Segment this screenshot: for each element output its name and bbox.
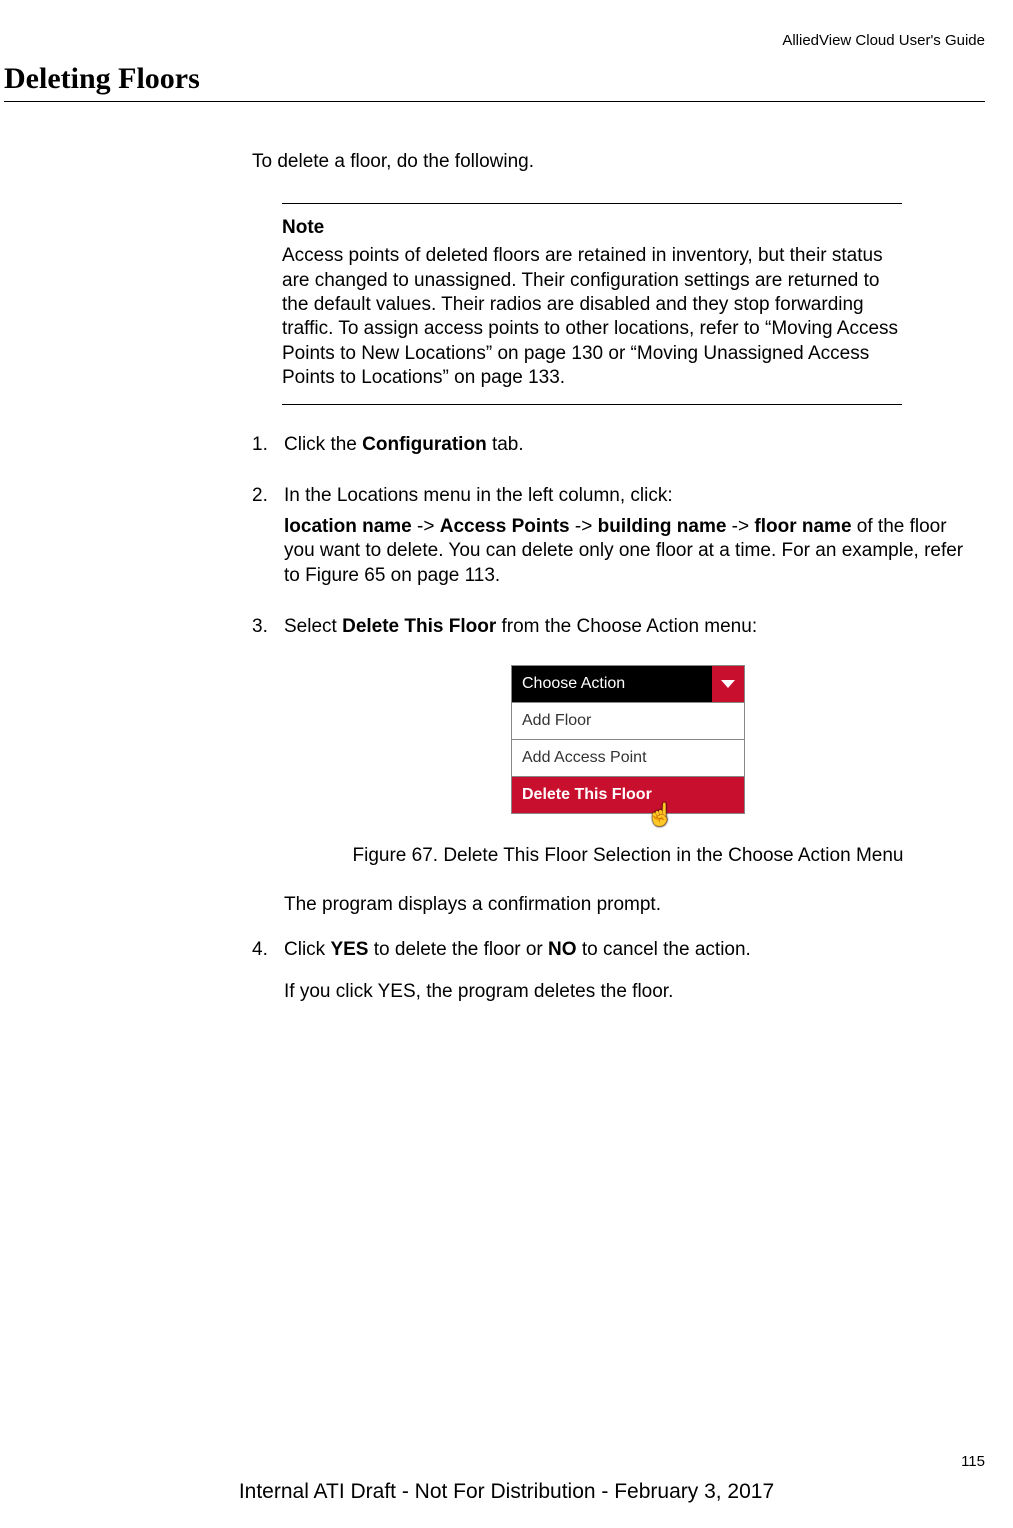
figure-67: Choose Action Add Floor Add Access Point… [284, 665, 972, 869]
step-2-floor: floor name [754, 516, 851, 537]
note-body: Access points of deleted floors are reta… [282, 244, 902, 390]
section-title: Deleting Floors [4, 62, 200, 96]
step-1-post: tab. [487, 434, 524, 455]
step-3-pre: Select [284, 616, 342, 637]
step-1-bold: Configuration [362, 434, 487, 455]
step-2-arrow-2: -> [570, 516, 598, 537]
dropdown-option-add-floor[interactable]: Add Floor [511, 702, 745, 739]
step-2-line1: In the Locations menu in the left column… [284, 484, 972, 509]
step-2-arrow-1: -> [412, 516, 440, 537]
step-4-pre: Click [284, 939, 330, 960]
figure-after-text: The program displays a confirmation prom… [284, 893, 972, 918]
body-column: To delete a floor, do the following. Not… [252, 150, 972, 1031]
step-1: 1. Click the Configuration tab. [252, 433, 972, 464]
step-4-post: to cancel the action. [577, 939, 751, 960]
dropdown-header[interactable]: Choose Action [511, 665, 745, 702]
step-3-post: from the Choose Action menu: [496, 616, 757, 637]
step-2-access-points: Access Points [440, 516, 570, 537]
step-4-after: If you click YES, the program deletes th… [284, 980, 972, 1005]
note-label: Note [282, 216, 902, 241]
step-4-no: NO [548, 939, 577, 960]
step-4-mid: to delete the floor or [368, 939, 548, 960]
dropdown-header-label: Choose Action [522, 674, 625, 695]
step-1-number: 1. [252, 433, 284, 458]
step-2-arrow-3: -> [726, 516, 754, 537]
title-underline [4, 101, 985, 102]
page: AlliedView Cloud User's Guide Deleting F… [0, 0, 1013, 1528]
note-box: Note Access points of deleted floors are… [282, 203, 902, 406]
step-4-body: Click YES to delete the floor or NO to c… [284, 938, 972, 1011]
step-2-building: building name [598, 516, 727, 537]
figure-caption: Figure 67. Delete This Floor Selection i… [284, 844, 972, 869]
step-3-bold: Delete This Floor [342, 616, 496, 637]
dropdown-option-delete-label: Delete This Floor [522, 785, 652, 806]
dropdown-option-delete-this-floor[interactable]: Delete This Floor ☝ [511, 776, 745, 814]
step-1-pre: Click the [284, 434, 362, 455]
step-3: 3. Select Delete This Floor from the Cho… [252, 615, 972, 646]
step-2-body: In the Locations menu in the left column… [284, 484, 972, 595]
choose-action-dropdown: Choose Action Add Floor Add Access Point… [511, 665, 745, 814]
page-number: 115 [961, 1453, 985, 1470]
step-2: 2. In the Locations menu in the left col… [252, 484, 972, 595]
step-3-body: Select Delete This Floor from the Choose… [284, 615, 972, 646]
footer-watermark: Internal ATI Draft - Not For Distributio… [0, 1480, 1013, 1504]
doc-title-header: AlliedView Cloud User's Guide [782, 32, 985, 49]
dropdown-arrow-button[interactable] [712, 666, 744, 702]
step-2-number: 2. [252, 484, 284, 509]
chevron-down-icon [721, 680, 735, 688]
step-1-body: Click the Configuration tab. [284, 433, 972, 464]
step-4: 4. Click YES to delete the floor or NO t… [252, 938, 972, 1011]
intro-text: To delete a floor, do the following. [252, 150, 972, 175]
step-3-number: 3. [252, 615, 284, 640]
dropdown-option-add-access-point[interactable]: Add Access Point [511, 739, 745, 776]
step-4-yes: YES [330, 939, 368, 960]
step-2-location: location name [284, 516, 412, 537]
step-4-number: 4. [252, 938, 284, 963]
